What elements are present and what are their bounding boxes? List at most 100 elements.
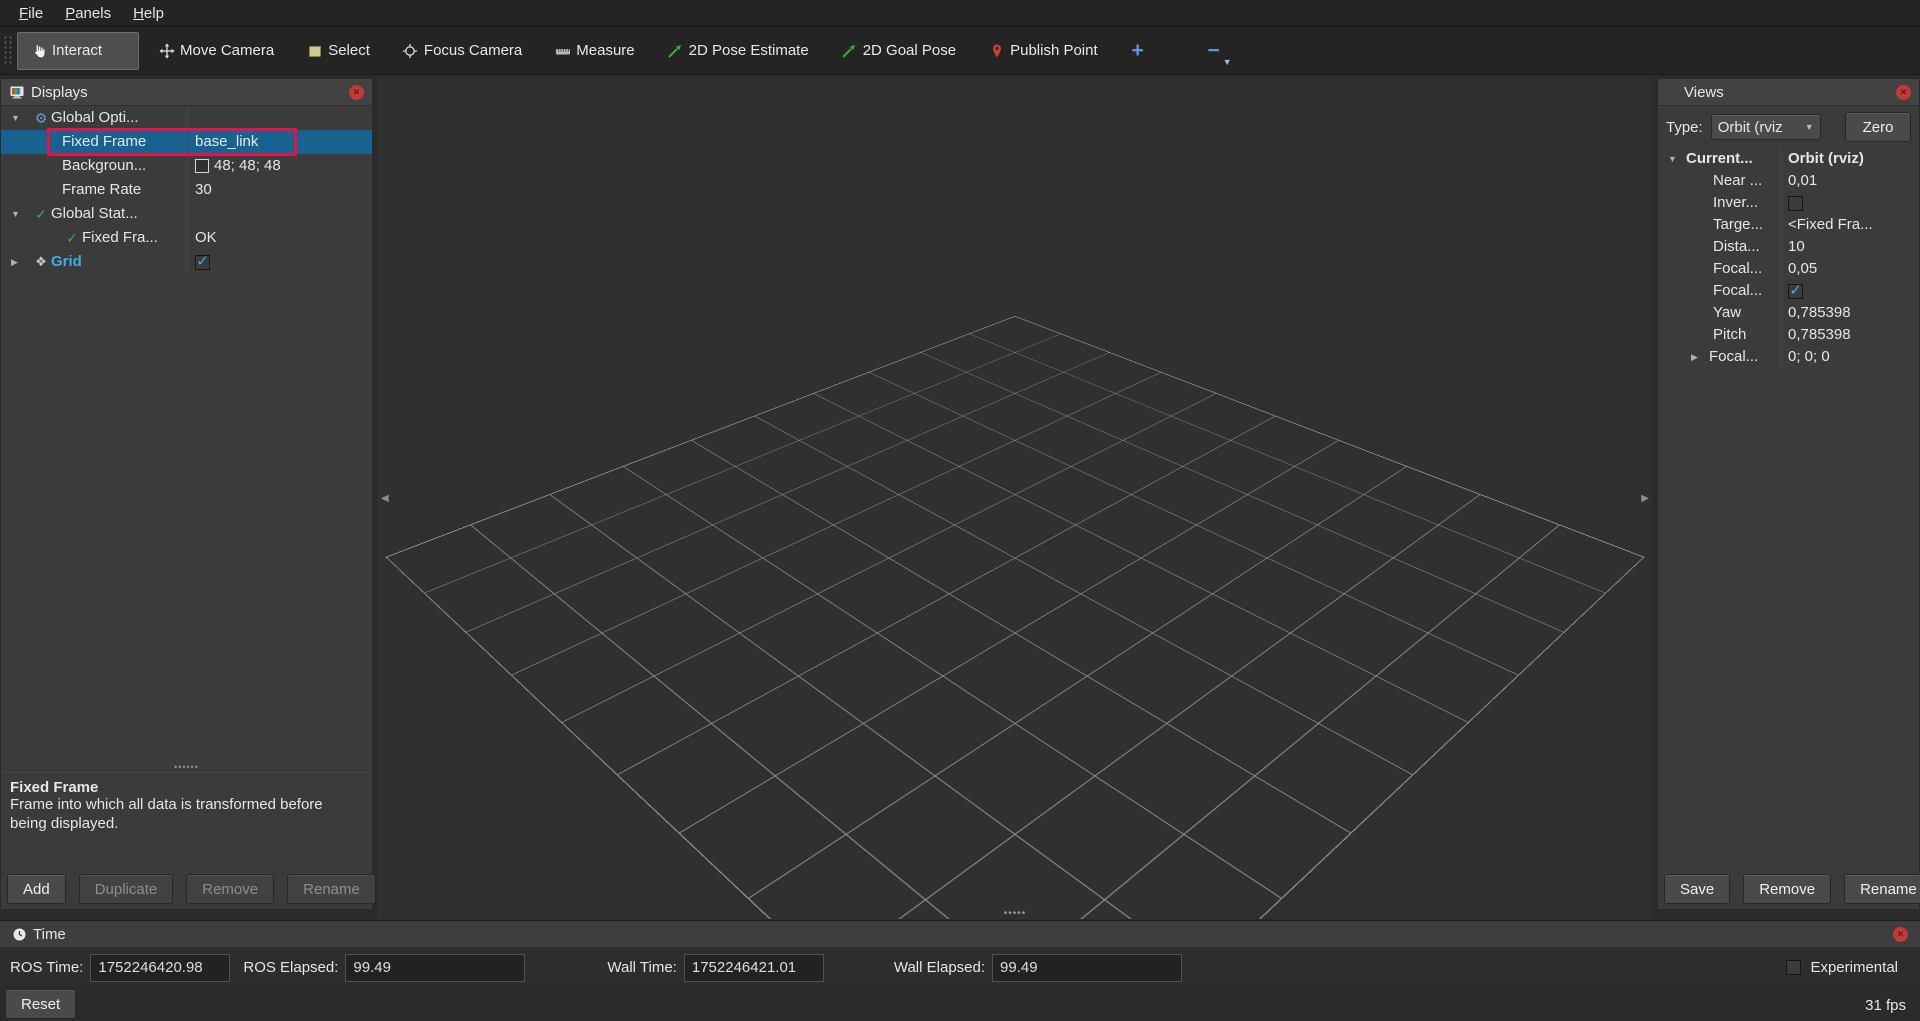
- tool-focus-camera[interactable]: Focus Camera: [389, 32, 535, 70]
- tool-move-camera[interactable]: Move Camera: [145, 32, 287, 70]
- grid-icon: ❖: [31, 250, 51, 274]
- save-view-button[interactable]: Save: [1664, 874, 1730, 904]
- property-value[interactable]: [188, 106, 372, 130]
- chevron-down-icon[interactable]: ▼: [1664, 148, 1686, 170]
- property-value[interactable]: 10: [1781, 236, 1919, 258]
- experimental-checkbox[interactable]: [1786, 960, 1801, 975]
- property-label: Fixed Fra...: [82, 226, 158, 250]
- reset-button[interactable]: Reset: [5, 989, 76, 1019]
- views-row-pitch[interactable]: Pitch0,785398: [1658, 324, 1919, 346]
- menu-bar: FilePanelsHelp: [0, 0, 1920, 27]
- wall-elapsed-input[interactable]: 99.49: [992, 954, 1182, 982]
- property-value[interactable]: 0,785398: [1781, 302, 1919, 324]
- chevron-down-icon[interactable]: ▼: [7, 106, 31, 130]
- view-type-dropdown[interactable]: Orbit (rviz ▼: [1711, 114, 1821, 140]
- main-area: Displays ✕ ▼⚙Global Opti...Fixed Frameba…: [0, 75, 1920, 920]
- tool-select[interactable]: Select: [293, 32, 383, 70]
- tool-label: Publish Point: [1010, 42, 1098, 59]
- views-row-focal[interactable]: Focal...0,05: [1658, 258, 1919, 280]
- ros-elapsed-input[interactable]: 99.49: [345, 954, 525, 982]
- property-name: ✓Fixed Fra...: [1, 226, 188, 250]
- collapse-left-panel-arrow[interactable]: ◀: [381, 493, 389, 504]
- close-icon[interactable]: ✕: [1893, 927, 1908, 942]
- color-swatch[interactable]: [195, 159, 209, 173]
- property-value[interactable]: 0,01: [1781, 170, 1919, 192]
- property-value[interactable]: <Fixed Fra...: [1781, 214, 1919, 236]
- property-label: Focal...: [1709, 346, 1758, 368]
- property-label: Dista...: [1713, 236, 1760, 258]
- displays-row-fixed-fra[interactable]: ✓Fixed Fra...OK: [1, 226, 372, 250]
- property-value[interactable]: base_link: [188, 130, 372, 154]
- checkbox-checked[interactable]: [195, 255, 210, 270]
- property-value[interactable]: 30: [188, 178, 372, 202]
- ros-time-input[interactable]: 1752246420.98: [90, 954, 230, 982]
- checkbox-checked[interactable]: [1788, 284, 1803, 299]
- collapse-right-panel-arrow[interactable]: ▶: [1641, 493, 1649, 504]
- property-value[interactable]: [1781, 280, 1919, 302]
- tool-2d-pose-estimate[interactable]: 2D Pose Estimate: [654, 32, 822, 70]
- time-panel-header: Time ✕: [0, 921, 1920, 948]
- displays-row-fixed-frame[interactable]: Fixed Framebase_link: [1, 130, 372, 154]
- remove-display-button[interactable]: −▼: [1193, 32, 1235, 70]
- views-row-inver[interactable]: Inver...: [1658, 192, 1919, 214]
- tool-publish-point[interactable]: Publish Point: [975, 32, 1111, 70]
- tool-label: Measure: [576, 42, 634, 59]
- value-text: 30: [195, 178, 212, 202]
- property-name: Frame Rate: [1, 178, 188, 202]
- property-value[interactable]: 48; 48; 48: [188, 154, 372, 178]
- displays-row-global-opti[interactable]: ▼⚙Global Opti...: [1, 106, 372, 130]
- add-display-button[interactable]: +: [1117, 32, 1159, 70]
- property-value[interactable]: [188, 202, 372, 226]
- tool-measure[interactable]: Measure: [541, 32, 647, 70]
- property-value[interactable]: OK: [188, 226, 372, 250]
- property-value[interactable]: [188, 250, 372, 274]
- property-value[interactable]: [1781, 192, 1919, 214]
- views-row-dista[interactable]: Dista... 10: [1658, 236, 1919, 258]
- displays-row-global-stat[interactable]: ▼✓Global Stat...: [1, 202, 372, 226]
- add-button[interactable]: Add: [7, 874, 66, 904]
- zero-button[interactable]: Zero: [1845, 112, 1911, 142]
- time-field-ros-time: ROS Time:1752246420.98: [10, 954, 230, 982]
- duplicate-button: Duplicate: [79, 874, 174, 904]
- views-row-near[interactable]: Near ...0,01: [1658, 170, 1919, 192]
- property-value[interactable]: 0; 0; 0: [1781, 346, 1919, 368]
- wall-time-input[interactable]: 1752246421.01: [684, 954, 824, 982]
- views-row-focal[interactable]: Focal...: [1658, 280, 1919, 302]
- views-row-focal[interactable]: ▶Focal... 0; 0; 0: [1658, 346, 1919, 368]
- property-name: ▶❖Grid: [1, 250, 188, 274]
- remove-view-button[interactable]: Remove: [1743, 874, 1831, 904]
- splitter-handle[interactable]: •••••: [1004, 908, 1027, 919]
- views-row-targe[interactable]: Targe...<Fixed Fra...: [1658, 214, 1919, 236]
- chevron-down-icon[interactable]: ▼: [7, 202, 31, 226]
- views-row-current[interactable]: ▼Current... Orbit (rviz): [1658, 148, 1919, 170]
- views-panel: Views ✕ Type: Orbit (rviz ▼ Zero ▼Curren…: [1657, 78, 1920, 910]
- experimental-label: Experimental: [1810, 959, 1898, 976]
- splitter-handle[interactable]: ••••••: [1, 764, 372, 772]
- views-row-yaw[interactable]: Yaw0,785398: [1658, 302, 1919, 324]
- property-label: Current...: [1686, 148, 1753, 170]
- menu-file[interactable]: File: [8, 3, 54, 24]
- property-value[interactable]: Orbit (rviz): [1781, 148, 1919, 170]
- property-value[interactable]: 0,785398: [1781, 324, 1919, 346]
- displays-row-frame-rate[interactable]: Frame Rate 30: [1, 178, 372, 202]
- tool-label: Interact: [52, 42, 102, 59]
- toolbar-drag-handle[interactable]: [3, 35, 13, 67]
- displays-row-backgroun[interactable]: Backgroun... 48; 48; 48: [1, 154, 372, 178]
- rename-view-button[interactable]: Rename: [1844, 874, 1920, 904]
- chevron-right-icon[interactable]: ▶: [7, 250, 31, 274]
- displays-panel-title: Displays: [31, 84, 88, 101]
- tool-interact[interactable]: Interact: [17, 32, 139, 70]
- displays-row-grid[interactable]: ▶❖Grid: [1, 250, 372, 274]
- close-icon[interactable]: ✕: [1896, 85, 1911, 100]
- menu-help[interactable]: Help: [122, 3, 175, 24]
- chevron-right-icon[interactable]: ▶: [1687, 346, 1709, 368]
- focus-crosshair-icon: [402, 42, 419, 59]
- close-icon[interactable]: ✕: [349, 85, 364, 100]
- view-type-value: Orbit (rviz: [1718, 119, 1801, 136]
- checkbox-unchecked[interactable]: [1788, 196, 1803, 211]
- menu-panels[interactable]: Panels: [54, 3, 122, 24]
- tool-2d-goal-pose[interactable]: 2D Goal Pose: [828, 32, 969, 70]
- property-value[interactable]: 0,05: [1781, 258, 1919, 280]
- 3d-viewport[interactable]: ◀ ▶ •••••: [378, 78, 1652, 919]
- property-label: Backgroun...: [62, 154, 146, 178]
